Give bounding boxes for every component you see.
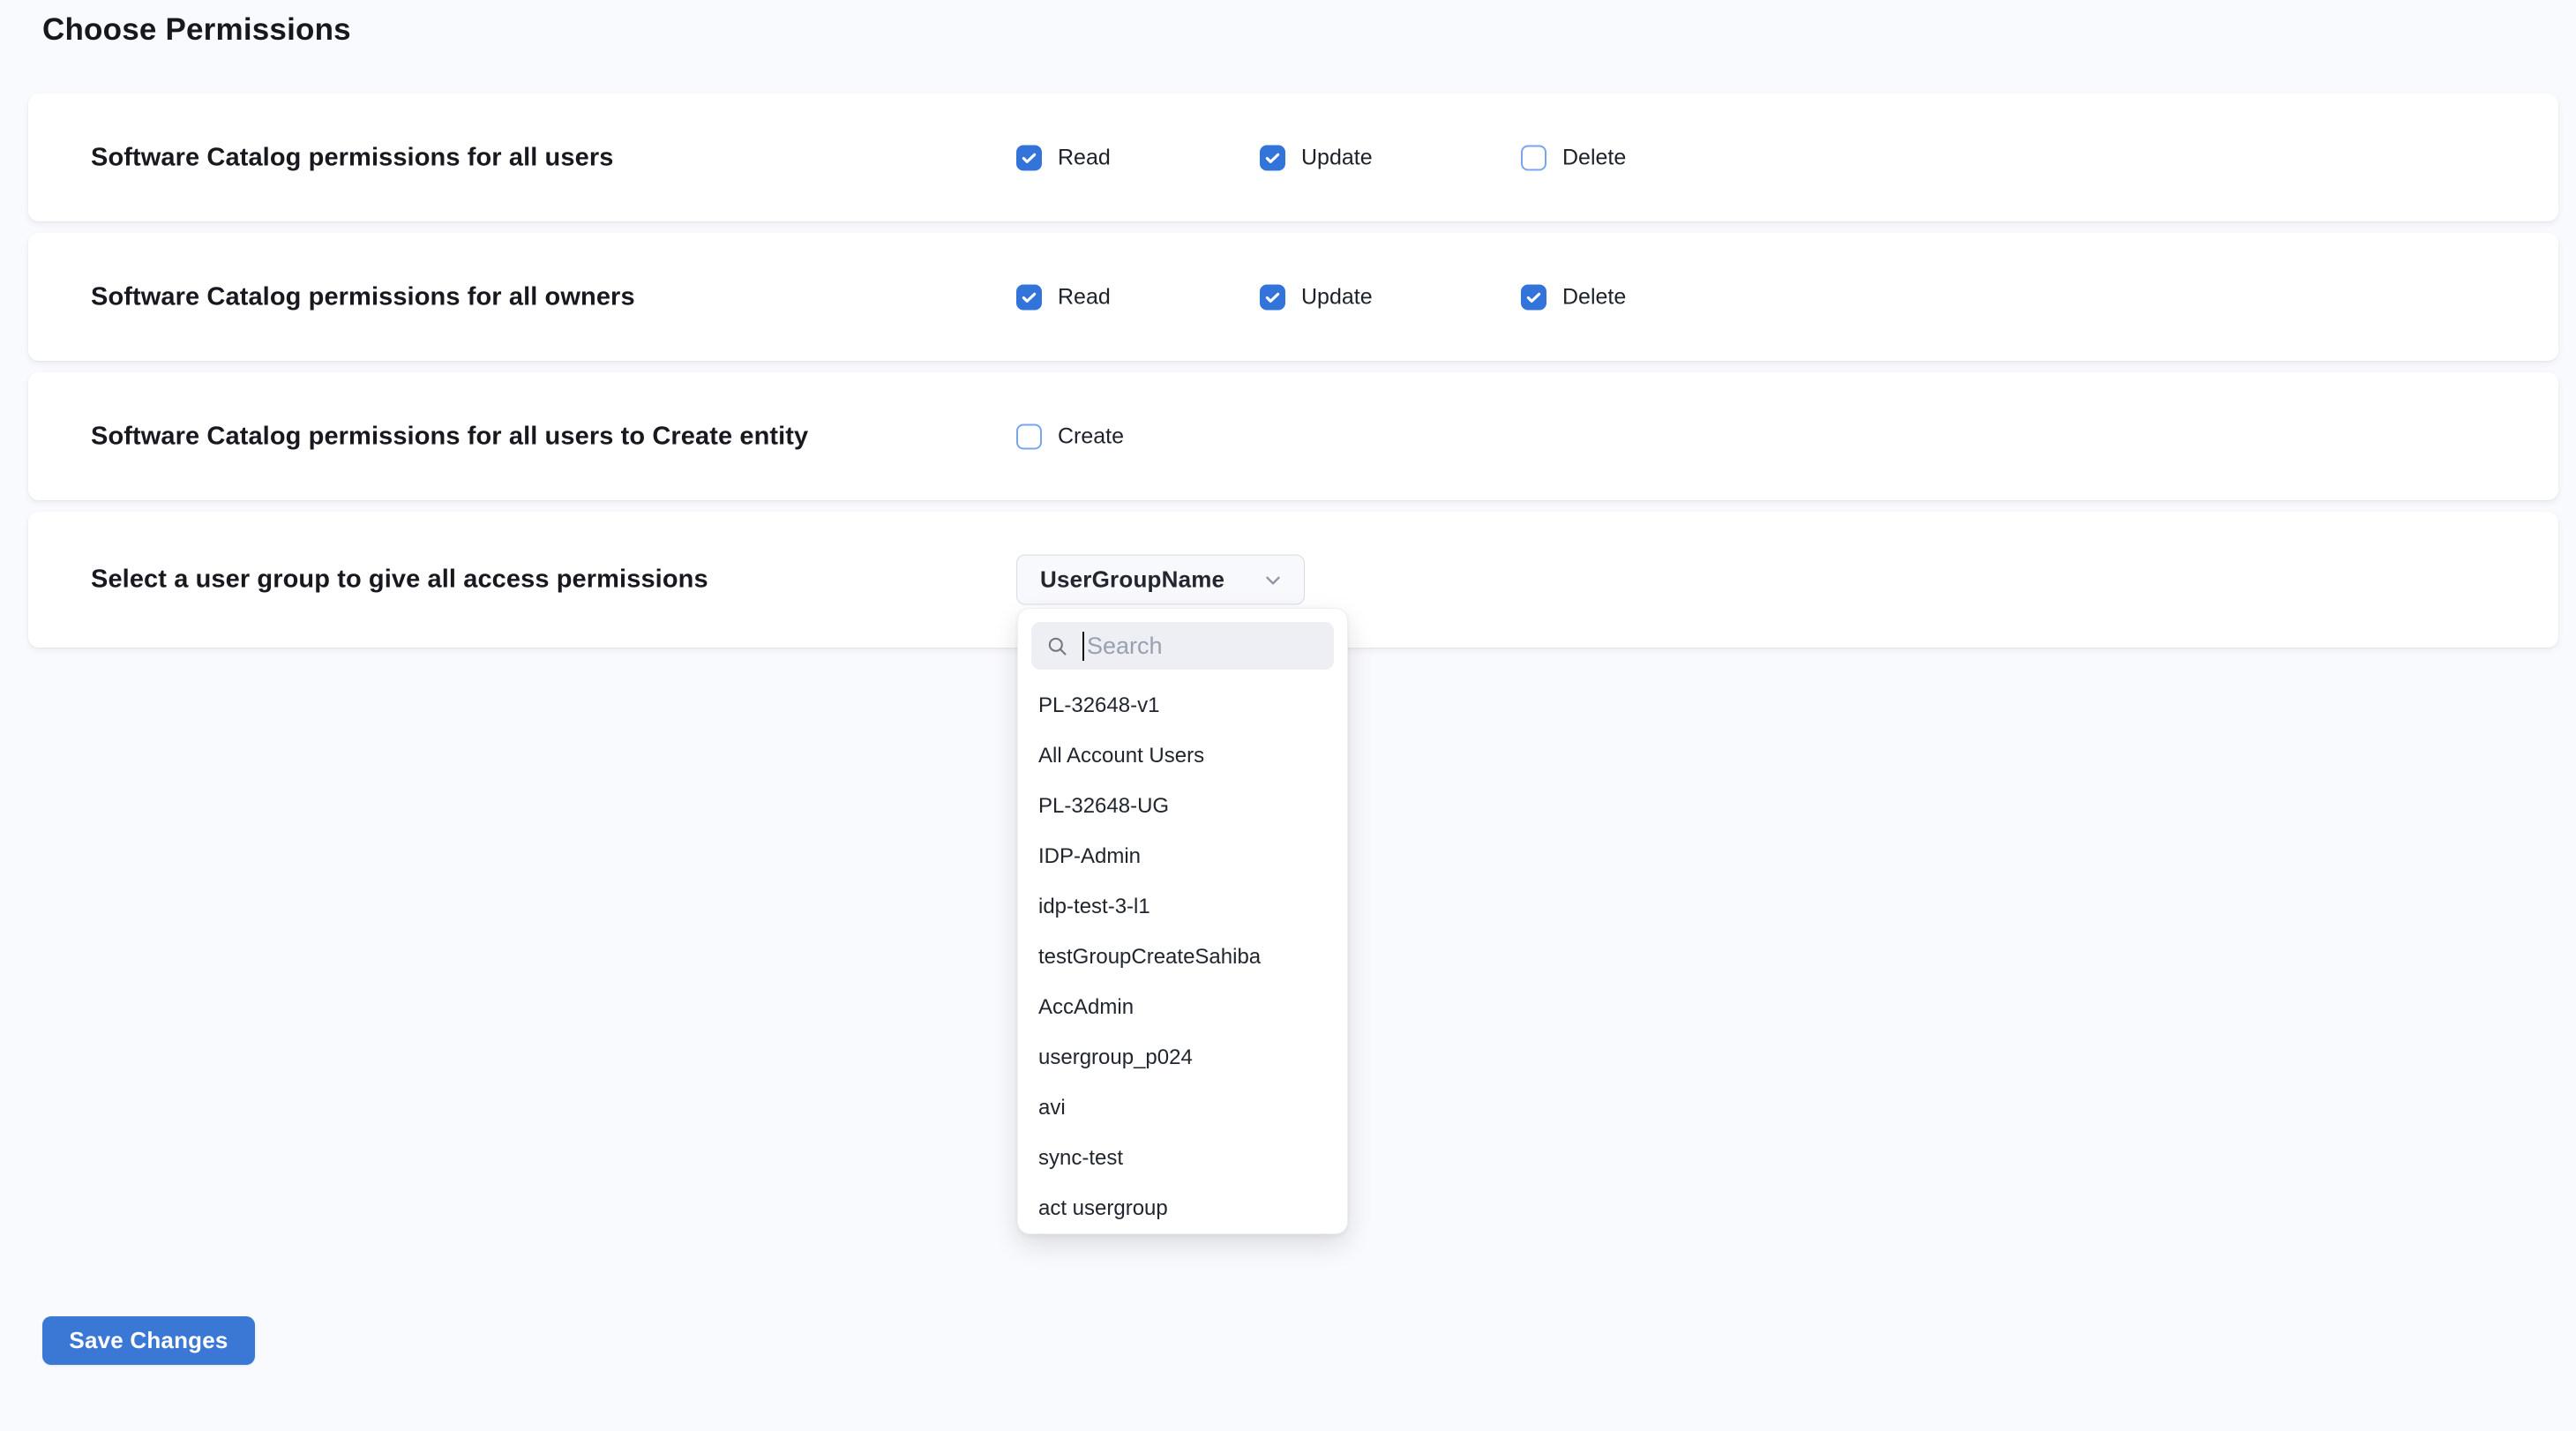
usergroup-select[interactable]: UserGroupName [1016,555,1305,605]
usergroup-dropdown-panel: PL-32648-v1 All Account Users PL-32648-U… [1017,608,1348,1234]
save-changes-button[interactable]: Save Changes [42,1316,255,1365]
checkbox-box [1521,284,1546,310]
check-icon [1263,288,1282,306]
dropdown-search-box[interactable] [1031,622,1334,670]
checkbox-box [1260,145,1285,170]
dropdown-option[interactable]: All Account Users [1031,730,1334,781]
card-label: Software Catalog permissions for all use… [91,422,808,451]
checkbox-label: Create [1058,423,1124,449]
dropdown-option[interactable]: avi [1031,1083,1334,1133]
checkbox-label: Delete [1562,284,1626,310]
dropdown-option[interactable]: usergroup_p024 [1031,1032,1334,1083]
checkbox-box [1016,284,1042,310]
page-title: Choose Permissions [42,12,351,48]
checkbox-label: Update [1301,284,1373,310]
search-icon [1045,634,1069,658]
dropdown-option[interactable]: testGroupCreateSahiba [1031,932,1334,982]
checkbox-label: Update [1301,145,1373,170]
checkbox-owners-delete[interactable]: Delete [1521,284,1626,310]
card-label: Software Catalog permissions for all use… [91,143,613,172]
chevron-down-icon [1262,568,1284,591]
check-icon [1020,148,1038,167]
dropdown-option[interactable]: PL-32648-v1 [1031,680,1334,730]
checkbox-box [1016,145,1042,170]
checkbox-label: Read [1058,284,1111,310]
check-icon [1524,288,1543,306]
dropdown-option[interactable]: act usergroup [1031,1183,1334,1233]
dropdown-option[interactable]: AccAdmin [1031,982,1334,1032]
checkbox-box [1260,284,1285,310]
permission-card-all-owners: Software Catalog permissions for all own… [28,233,2558,361]
dropdown-option[interactable]: IDP-Admin [1031,831,1334,881]
checkbox-create[interactable]: Create [1016,423,1124,449]
checkbox-label: Delete [1562,145,1626,170]
card-label: Software Catalog permissions for all own… [91,282,635,311]
check-icon [1263,148,1282,167]
checkbox-box [1016,423,1042,449]
checkbox-users-read[interactable]: Read [1016,145,1111,170]
permission-card-all-users: Software Catalog permissions for all use… [28,94,2558,221]
search-input[interactable] [1084,633,1320,660]
check-icon [1020,288,1038,306]
permission-card-create-entity: Software Catalog permissions for all use… [28,372,2558,500]
dropdown-option[interactable]: sync-test [1031,1133,1334,1183]
checkbox-owners-update[interactable]: Update [1260,284,1373,310]
checkbox-box [1521,145,1546,170]
checkbox-label: Read [1058,145,1111,170]
checkbox-users-delete[interactable]: Delete [1521,145,1626,170]
usergroup-options-list: PL-32648-v1 All Account Users PL-32648-U… [1031,680,1334,1233]
dropdown-option[interactable]: PL-32648-UG [1031,781,1334,831]
card-label: Select a user group to give all access p… [91,566,708,595]
checkbox-users-update[interactable]: Update [1260,145,1373,170]
usergroup-select-value: UserGroupName [1040,566,1224,594]
checkbox-owners-read[interactable]: Read [1016,284,1111,310]
dropdown-option[interactable]: idp-test-3-l1 [1031,881,1334,932]
